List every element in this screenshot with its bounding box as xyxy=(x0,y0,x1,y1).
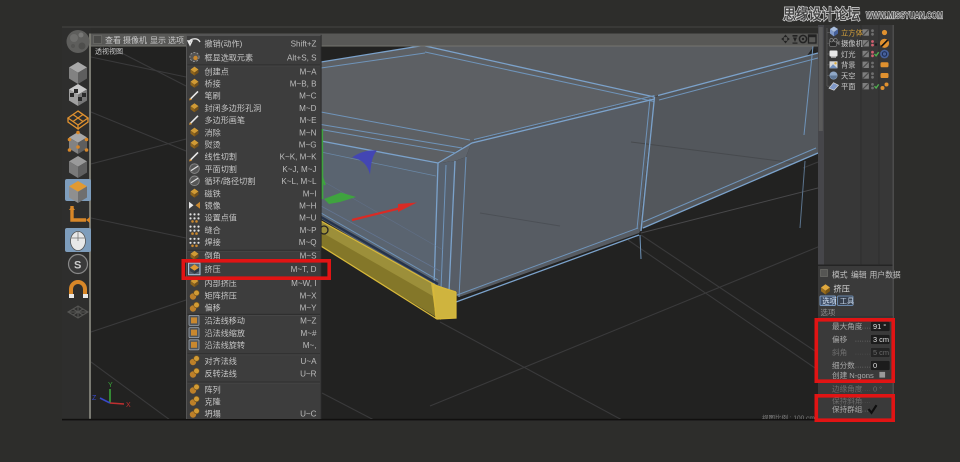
svg-text:工具: 工具 xyxy=(840,296,854,305)
svg-text:WWW.MISSYUAN.COM: WWW.MISSYUAN.COM xyxy=(866,11,943,22)
svg-text:思缘设计论坛: 思缘设计论坛 xyxy=(783,6,860,24)
svg-text:显示: 显示 xyxy=(150,36,166,45)
svg-text:.......: ....... xyxy=(855,373,871,380)
svg-text:Alt+S, S: Alt+S, S xyxy=(287,53,317,62)
svg-text:摄像机: 摄像机 xyxy=(123,35,147,45)
svg-text:选项: 选项 xyxy=(821,308,836,317)
svg-text:焊接: 焊接 xyxy=(205,237,221,247)
svg-text:缝合: 缝合 xyxy=(205,225,221,235)
svg-text:挤压: 挤压 xyxy=(834,284,850,294)
svg-text:撤销(动作): 撤销(动作) xyxy=(205,38,243,48)
svg-text:U~R: U~R xyxy=(300,369,317,378)
svg-text:0 °: 0 ° xyxy=(873,385,882,394)
svg-text:用户数据: 用户数据 xyxy=(870,270,901,280)
svg-text:设置点值: 设置点值 xyxy=(205,213,237,223)
svg-text:M~T, D: M~T, D xyxy=(291,265,317,274)
svg-text:偏移: 偏移 xyxy=(205,302,221,312)
svg-text:细分数: 细分数 xyxy=(832,360,855,370)
svg-text:U~A: U~A xyxy=(301,357,318,366)
svg-text:91 °: 91 ° xyxy=(873,322,886,331)
svg-text:线性切割: 线性切割 xyxy=(205,152,237,162)
svg-text:M~C: M~C xyxy=(299,92,316,101)
svg-text:模式: 模式 xyxy=(832,270,848,280)
svg-text:K~J, M~J: K~J, M~J xyxy=(282,165,316,174)
svg-text:M~D: M~D xyxy=(299,104,316,113)
svg-text:笔刷: 笔刷 xyxy=(205,91,221,101)
svg-text:平面: 平面 xyxy=(841,82,856,91)
svg-text:M~G: M~G xyxy=(299,141,317,150)
svg-text:S: S xyxy=(74,260,81,272)
svg-text:.......: ....... xyxy=(855,398,871,405)
svg-text:挤压: 挤压 xyxy=(205,264,221,274)
svg-text:.......: ....... xyxy=(855,350,871,357)
svg-text:M~X: M~X xyxy=(300,291,317,300)
svg-text:平面切割: 平面切割 xyxy=(205,164,237,174)
svg-text:偏移: 偏移 xyxy=(832,334,848,344)
svg-text:熨烫: 熨烫 xyxy=(205,140,221,150)
svg-text:M~,: M~, xyxy=(303,341,317,350)
svg-text:M~I: M~I xyxy=(303,189,317,198)
svg-text:.......: ....... xyxy=(855,363,871,370)
svg-text:镜像: 镜像 xyxy=(205,201,221,211)
svg-text:U~C: U~C xyxy=(300,409,317,418)
svg-text:M~Y: M~Y xyxy=(300,303,317,312)
svg-text:3 cm: 3 cm xyxy=(873,335,889,344)
svg-text:斜角: 斜角 xyxy=(832,347,847,357)
svg-text:M~P: M~P xyxy=(300,226,317,235)
svg-text:0: 0 xyxy=(873,361,877,370)
svg-text:阵列: 阵列 xyxy=(205,384,221,394)
svg-text:克隆: 克隆 xyxy=(205,396,221,406)
svg-text:沿法线缩放: 沿法线缩放 xyxy=(205,328,245,338)
svg-text:坍塌: 坍塌 xyxy=(205,408,221,418)
svg-text:背景: 背景 xyxy=(841,61,856,70)
svg-text:Y: Y xyxy=(108,382,113,389)
svg-text:.......: ....... xyxy=(855,324,871,331)
svg-text:天空: 天空 xyxy=(841,71,856,80)
svg-text:立方体: 立方体 xyxy=(841,28,864,37)
svg-text:M~A: M~A xyxy=(300,67,317,76)
svg-text:桥接: 桥接 xyxy=(205,79,221,89)
svg-text:.......: ....... xyxy=(855,386,871,393)
svg-text:5 cm: 5 cm xyxy=(873,348,889,357)
svg-text:M~U: M~U xyxy=(299,214,316,223)
svg-text:X: X xyxy=(126,402,131,409)
svg-text:沿法线旋转: 沿法线旋转 xyxy=(205,340,245,350)
svg-text:选项: 选项 xyxy=(822,296,836,305)
svg-text:K~K, M~K: K~K, M~K xyxy=(280,153,317,162)
svg-text:M~H: M~H xyxy=(299,202,316,211)
svg-text:选项: 选项 xyxy=(168,35,184,45)
svg-text:透视视图: 透视视图 xyxy=(95,47,123,56)
svg-text:沿法线移动: 沿法线移动 xyxy=(205,316,245,326)
svg-text:磁铁: 磁铁 xyxy=(205,188,221,198)
svg-text:M~B, B: M~B, B xyxy=(290,80,317,89)
svg-text:查看: 查看 xyxy=(105,35,121,45)
svg-text:灯光: 灯光 xyxy=(841,50,856,59)
svg-text:Shift+Z: Shift+Z xyxy=(291,39,317,48)
svg-text:M~N: M~N xyxy=(299,128,316,137)
svg-text:多边形画笔: 多边形画笔 xyxy=(205,115,245,125)
svg-text:循环/路径切割: 循环/路径切割 xyxy=(205,176,256,186)
svg-text:矩阵挤压: 矩阵挤压 xyxy=(205,290,237,300)
svg-text:反转法线: 反转法线 xyxy=(205,368,237,378)
svg-text:框显选取元素: 框显选取元素 xyxy=(205,52,254,62)
svg-text:对齐法线: 对齐法线 xyxy=(205,356,237,366)
svg-text:M~Z: M~Z xyxy=(300,317,316,326)
svg-text:K~L, M~L: K~L, M~L xyxy=(281,177,317,186)
svg-text:编辑: 编辑 xyxy=(851,270,867,280)
svg-text:M~W, I: M~W, I xyxy=(291,279,316,288)
svg-text:M~Q: M~Q xyxy=(299,238,317,247)
svg-text:摄像机: 摄像机 xyxy=(841,39,864,48)
svg-text:M~#: M~# xyxy=(301,329,317,338)
svg-text:Z: Z xyxy=(92,395,97,402)
svg-text:.......: ....... xyxy=(855,337,871,344)
svg-text:消除: 消除 xyxy=(205,127,221,137)
svg-text:M~E: M~E xyxy=(300,116,317,125)
svg-text:封闭多边形孔洞: 封闭多边形孔洞 xyxy=(205,103,262,113)
svg-text:创建点: 创建点 xyxy=(205,66,229,76)
